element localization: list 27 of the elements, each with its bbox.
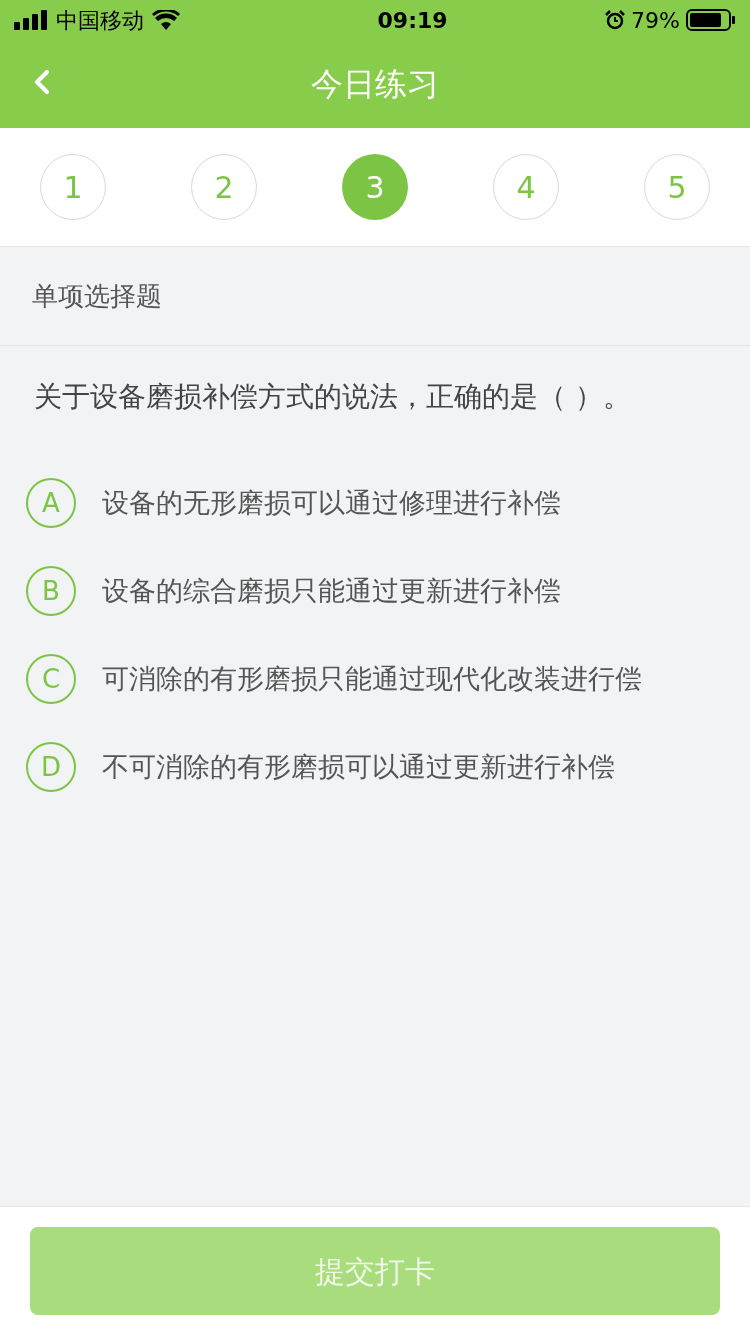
signal-icon [14,10,48,30]
carrier-name: 中国移动 [56,6,144,35]
question-text: 关于设备磨损补偿方式的说法，正确的是（ ）。 [34,380,631,413]
question-number[interactable]: 3 [342,154,408,220]
answer-option[interactable]: D 不可消除的有形磨损可以通过更新进行补偿 [26,742,724,792]
option-letter: D [26,742,76,792]
option-letter: B [26,566,76,616]
option-text: 可消除的有形磨损只能通过现代化改装进行偿 [102,661,642,696]
battery-icon [686,9,736,31]
option-text: 不可消除的有形磨损可以通过更新进行补偿 [102,749,615,784]
option-text: 设备的无形磨损可以通过修理进行补偿 [102,485,561,520]
alarm-icon [605,10,626,30]
option-letter: A [26,478,76,528]
section-title: 单项选择题 [32,279,162,313]
question-number[interactable]: 5 [644,154,710,220]
answer-option[interactable]: A 设备的无形磨损可以通过修理进行补偿 [26,478,724,528]
page-title: 今日练习 [311,64,439,105]
option-text: 设备的综合磨损只能通过更新进行补偿 [102,573,561,608]
battery-percent: 79% [631,6,680,35]
question-number[interactable]: 4 [493,154,559,220]
answer-option[interactable]: C 可消除的有形磨损只能通过现代化改装进行偿 [26,654,724,704]
option-letter: C [26,654,76,704]
question-number[interactable]: 1 [40,154,106,220]
clock-time: 09:19 [377,6,448,35]
wifi-icon [152,10,180,30]
answer-option[interactable]: B 设备的综合磨损只能通过更新进行补偿 [26,566,724,616]
question-number[interactable]: 2 [191,154,257,220]
